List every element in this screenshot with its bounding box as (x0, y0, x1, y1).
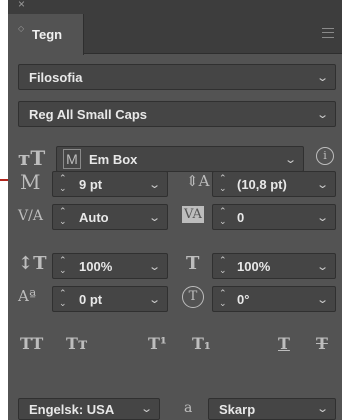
skew-icon: T (182, 286, 204, 308)
panel-titlebar: × (8, 0, 342, 14)
chevron-down-icon: ⌄ (315, 261, 329, 273)
tracking-icon: VA (182, 206, 204, 223)
chevron-down-icon: ⌄ (315, 72, 329, 84)
collapse-icon[interactable]: ◇ (18, 24, 24, 33)
font-style-dropdown[interactable]: Reg All Small Caps ⌄ (18, 101, 336, 127)
close-icon[interactable]: × (18, 0, 25, 11)
kerning-value: Auto (79, 210, 109, 225)
stepper-down-icon[interactable]: ⌄ (59, 298, 67, 309)
underline-button[interactable]: T (278, 334, 290, 353)
chevron-down-icon: ⌄ (283, 154, 297, 166)
kerning-field[interactable]: ⌃ ⌄ Auto ⌄ (52, 204, 168, 230)
baseline-shift-field[interactable]: ⌃ ⌄ 0 pt ⌄ (52, 286, 168, 312)
antialias-dropdown[interactable]: Skarp ⌄ (208, 398, 336, 420)
stepper-down-icon[interactable]: ⌄ (219, 298, 227, 309)
tracking-value: 0 (237, 210, 245, 225)
font-family-dropdown[interactable]: Filosofia ⌄ (18, 64, 336, 90)
language-dropdown[interactable]: Engelsk: USA ⌄ (18, 398, 160, 420)
grid-dropdown[interactable]: M Em Box ⌄ (56, 146, 304, 172)
vertical-scale-field[interactable]: ⌃ ⌄ 100% ⌄ (52, 253, 168, 279)
skew-field[interactable]: ⌃ ⌄ 0° ⌄ (212, 286, 336, 312)
tab-label: Tegn (32, 27, 63, 42)
all-caps-button[interactable]: TT (20, 334, 43, 353)
skew-value: 0° (237, 292, 250, 307)
leading-value: (10,8 pt) (237, 177, 287, 192)
vertical-scale-value: 100% (79, 259, 113, 274)
horizontal-scale-value: 100% (237, 259, 271, 274)
language-value: Engelsk: USA (29, 402, 115, 417)
antialias-icon: a (184, 400, 193, 416)
leading-field[interactable]: ⌃ ⌄ (10,8 pt) ⌄ (212, 171, 336, 197)
stepper-down-icon[interactable]: ⌄ (59, 265, 67, 276)
stepper-down-icon[interactable]: ⌄ (59, 183, 67, 194)
text-size-icon: ᴛT (18, 146, 46, 170)
chevron-down-icon: ⌄ (315, 403, 329, 415)
font-style-value: Reg All Small Caps (29, 107, 147, 122)
tab-bar: ◇ Tegn (8, 14, 342, 55)
character-panel: × ◇ Tegn Filosofia ⌄ Reg All Small Caps … (8, 0, 342, 420)
chevron-down-icon: ⌄ (315, 294, 329, 306)
stepper-down-icon[interactable]: ⌄ (219, 216, 227, 227)
tab-character[interactable]: ◇ Tegn (8, 14, 84, 55)
leading-icon: ⇕A (186, 172, 210, 190)
superscript-button[interactable]: T¹ (148, 334, 167, 353)
chevron-down-icon: ⌄ (315, 109, 329, 121)
small-caps-button[interactable]: Tт (66, 334, 88, 353)
baseline-shift-icon: Aª (18, 287, 36, 305)
em-box-icon: M (63, 149, 81, 169)
chevron-down-icon: ⌄ (147, 261, 161, 273)
vertical-scale-icon: ↕T (18, 253, 47, 274)
horizontal-scale-icon: T (186, 253, 200, 274)
baseline-shift-value: 0 pt (79, 292, 103, 307)
chevron-down-icon: ⌄ (139, 403, 153, 415)
grid-value: Em Box (89, 152, 138, 167)
stepper-down-icon[interactable]: ⌄ (59, 216, 67, 227)
chevron-down-icon: ⌄ (315, 179, 329, 191)
font-size-value: 9 pt (79, 177, 103, 192)
chevron-down-icon: ⌄ (147, 294, 161, 306)
panel-menu-icon[interactable] (322, 28, 334, 38)
antialias-value: Skarp (219, 402, 256, 417)
chevron-down-icon: ⌄ (147, 212, 161, 224)
chevron-down-icon: ⌄ (147, 179, 161, 191)
strikethrough-button[interactable]: T (316, 334, 328, 353)
stepper-down-icon[interactable]: ⌄ (219, 183, 227, 194)
font-family-value: Filosofia (29, 70, 83, 85)
stepper-down-icon[interactable]: ⌄ (219, 265, 227, 276)
subscript-button[interactable]: T₁ (192, 334, 211, 353)
kerning-icon: V/A (18, 208, 43, 224)
font-size-icon: M (20, 170, 41, 194)
info-icon[interactable]: i (316, 147, 334, 165)
font-size-field[interactable]: ⌃ ⌄ 9 pt ⌄ (52, 171, 168, 197)
tracking-field[interactable]: ⌃ ⌄ 0 ⌄ (212, 204, 336, 230)
chevron-down-icon: ⌄ (315, 212, 329, 224)
horizontal-scale-field[interactable]: ⌃ ⌄ 100% ⌄ (212, 253, 336, 279)
